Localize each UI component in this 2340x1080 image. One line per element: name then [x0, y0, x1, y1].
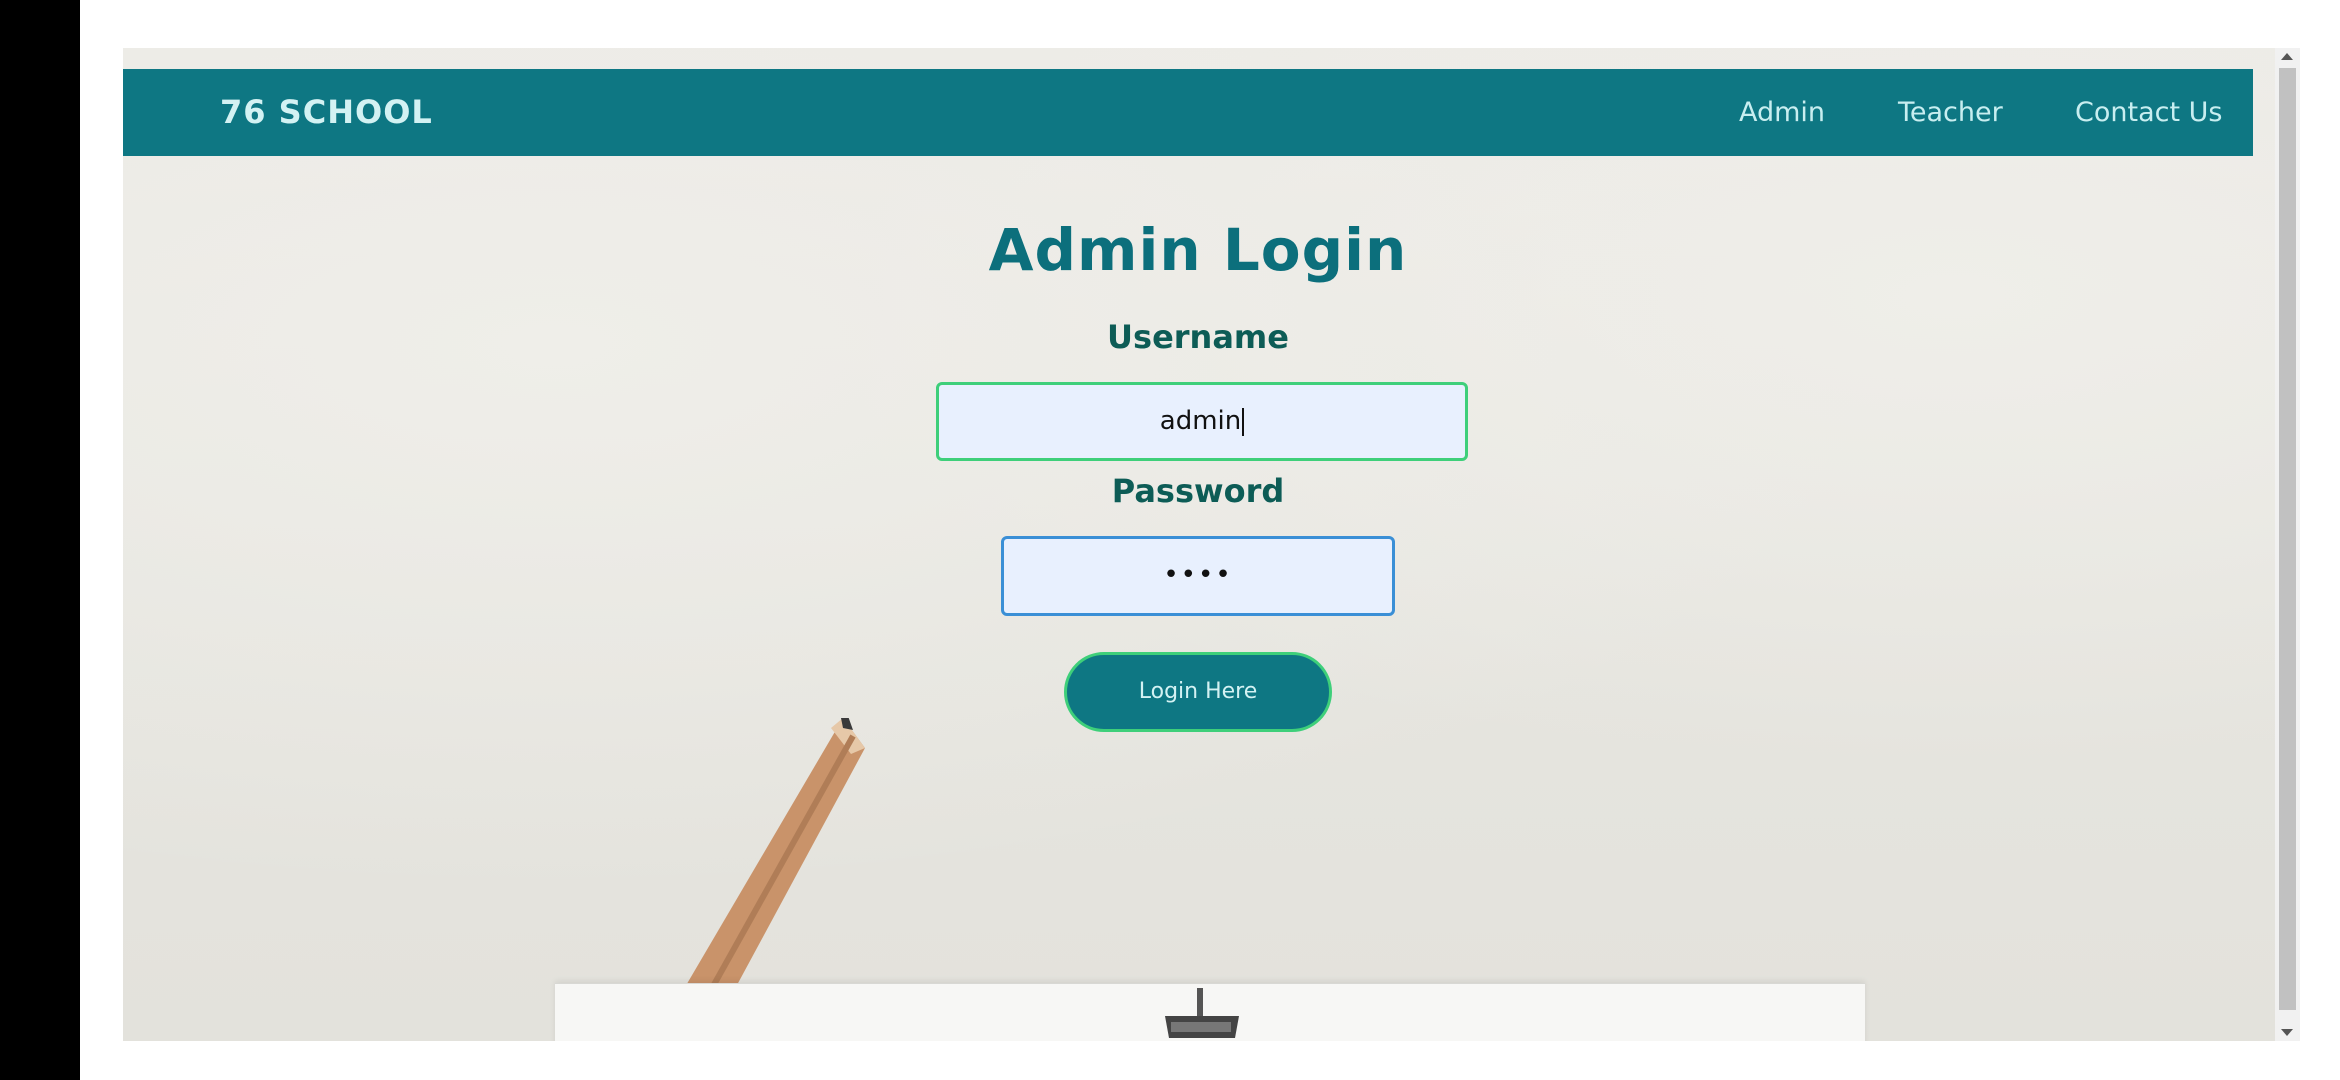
browser-viewport: 76 SCHOOL Admin Teacher Contact Us Admin… — [123, 48, 2278, 1041]
left-black-margin — [0, 0, 80, 1080]
binder-clip-icon — [1165, 988, 1239, 1038]
brand-logo[interactable]: 76 SCHOOL — [220, 69, 433, 156]
nav-link-admin[interactable]: Admin — [1739, 69, 1825, 156]
page-title: Admin Login — [988, 216, 1408, 284]
login-button[interactable]: Login Here — [1064, 652, 1332, 732]
navbar: 76 SCHOOL Admin Teacher Contact Us — [123, 69, 2253, 156]
nav-link-contact-us[interactable]: Contact Us — [2075, 69, 2222, 156]
password-label: Password — [1111, 472, 1285, 510]
scroll-down-arrow-icon[interactable] — [2281, 1029, 2293, 1036]
scroll-up-arrow-icon[interactable] — [2281, 53, 2293, 60]
vertical-scrollbar[interactable] — [2275, 48, 2300, 1041]
username-value: admin — [1159, 406, 1242, 436]
password-value: •••• — [1163, 560, 1233, 590]
password-input[interactable]: •••• — [1001, 536, 1395, 616]
username-input[interactable]: admin — [936, 382, 1468, 461]
text-caret — [1242, 407, 1245, 436]
scrollbar-thumb[interactable] — [2279, 68, 2296, 1010]
nav-link-teacher[interactable]: Teacher — [1898, 69, 2003, 156]
username-label: Username — [1107, 318, 1289, 356]
